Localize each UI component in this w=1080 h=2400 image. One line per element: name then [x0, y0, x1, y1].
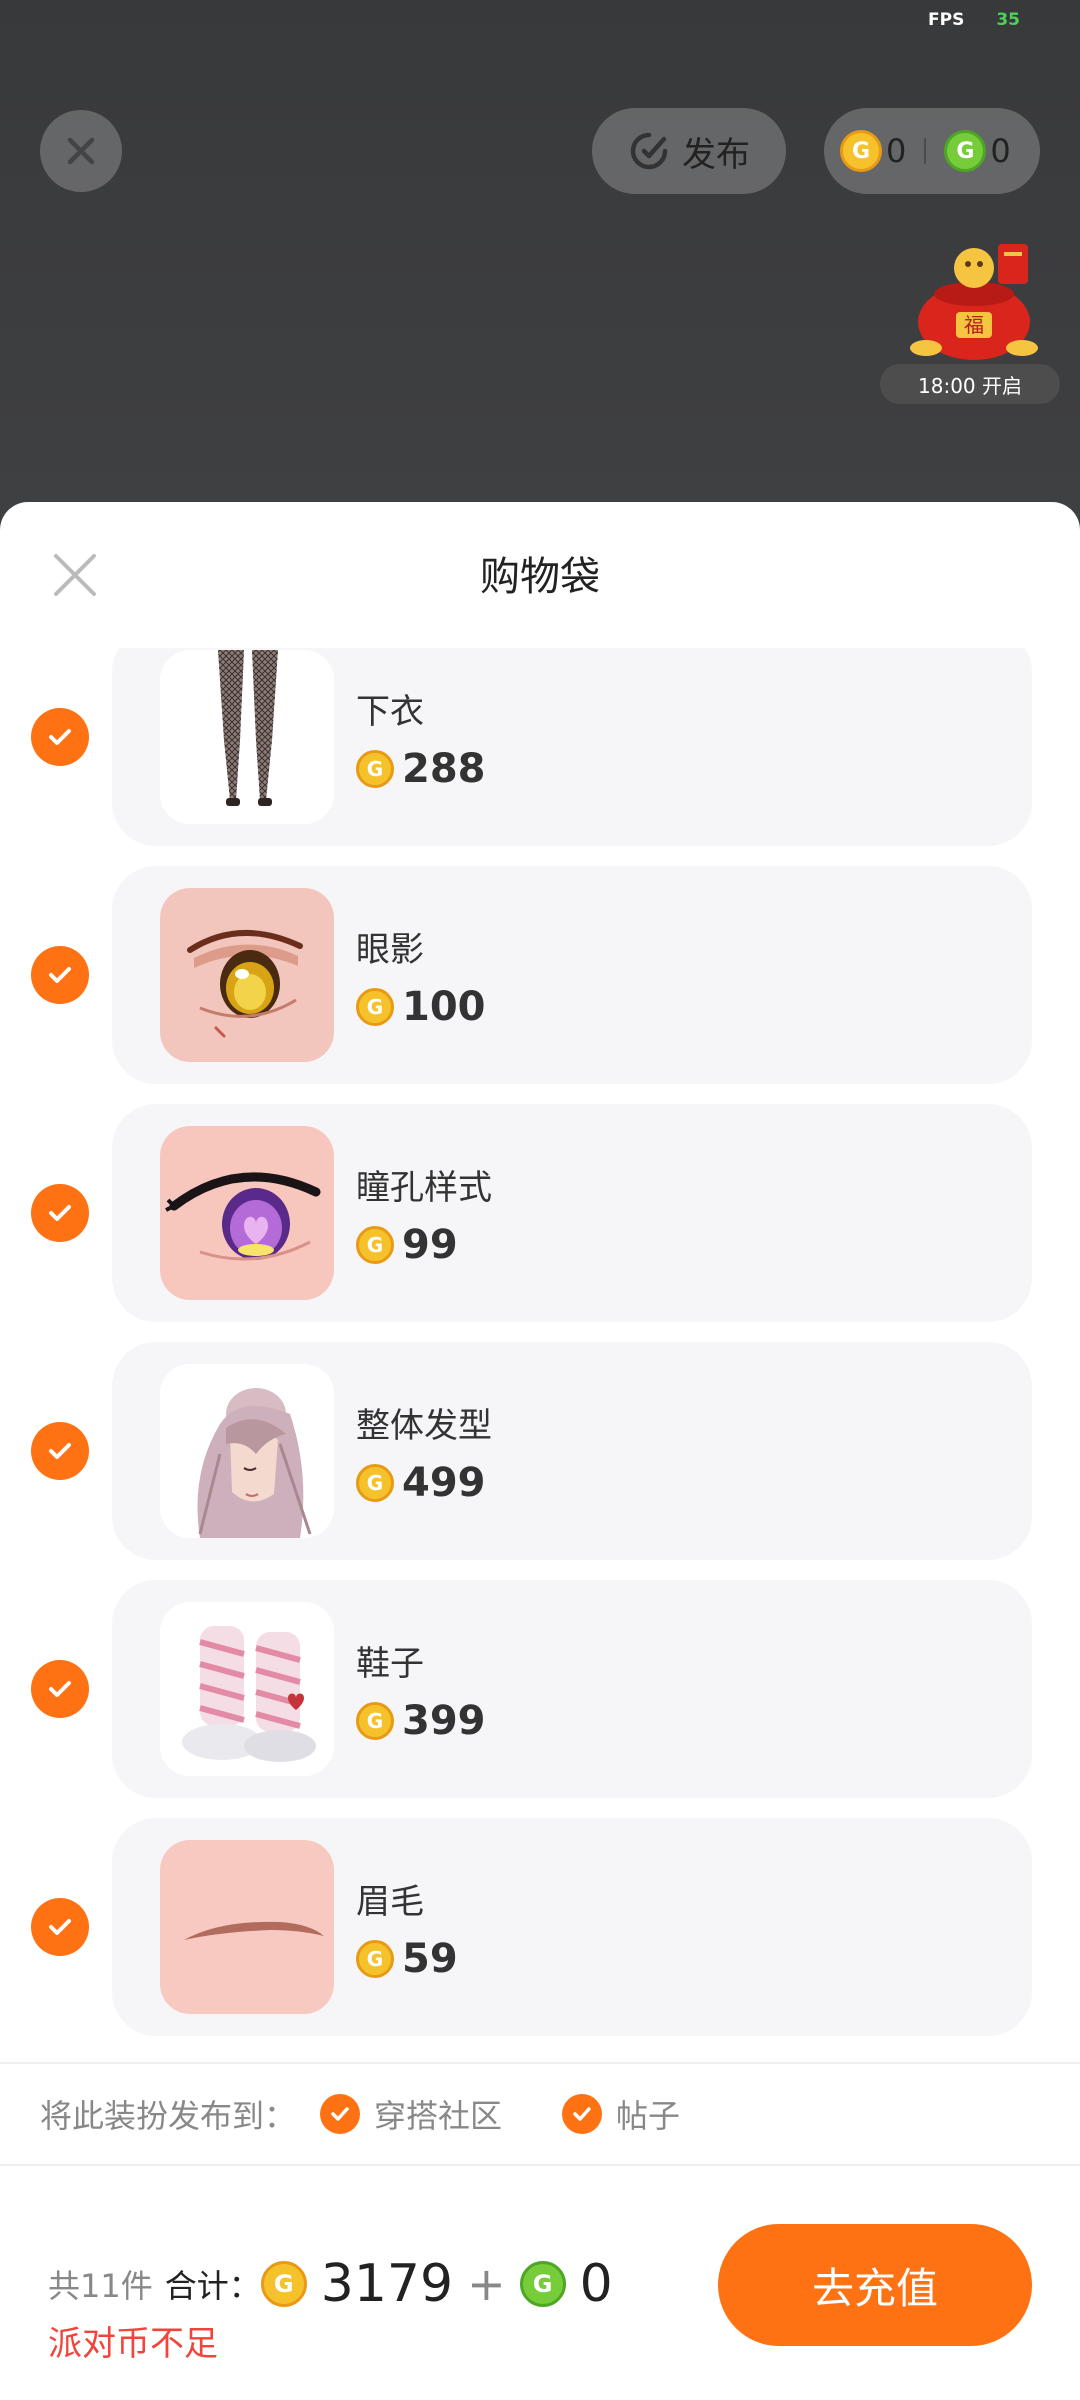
green-coin-icon: G	[944, 130, 987, 172]
item-name: 下衣	[356, 692, 424, 732]
total-label: 合计：	[164, 2267, 261, 2305]
list-item[interactable]: 鞋子 G 399	[0, 1580, 1080, 1798]
item-price-value: 99	[402, 1222, 458, 1268]
svg-text:福: 福	[964, 313, 984, 337]
check-icon	[49, 1205, 71, 1221]
item-name: 鞋子	[356, 1644, 424, 1684]
check-icon	[562, 2094, 603, 2134]
check-icon	[49, 1443, 71, 1459]
gold-coin-icon: G	[356, 1702, 394, 1740]
item-price: G 499	[356, 1460, 486, 1506]
gold-total: 3179	[320, 2254, 454, 2314]
check-icon	[49, 967, 71, 983]
stockings-icon	[160, 650, 334, 824]
fps-label: FPS	[928, 10, 965, 30]
item-price: G 59	[356, 1936, 458, 1982]
item-checkbox[interactable]	[31, 708, 89, 766]
item-list[interactable]: 下衣 G 288 眼影 G 100 瞳孔样式 G 99 整体发型 G 499 鞋…	[0, 648, 1080, 2048]
item-name: 整体发型	[356, 1406, 492, 1446]
green-total: 0	[579, 2254, 613, 2314]
publish-option-label: 帖子	[616, 2097, 681, 2135]
close-icon	[67, 137, 95, 165]
item-card[interactable]: 瞳孔样式 G 99	[112, 1104, 1032, 1322]
check-icon	[49, 729, 71, 745]
item-card[interactable]: 眼影 G 100	[112, 866, 1032, 1084]
shoes-icon	[160, 1602, 334, 1776]
check-icon	[49, 1681, 71, 1697]
scene-background: FPS 35 发布 G 0 G 0 福 18:00 开启	[0, 0, 1080, 520]
item-checkbox[interactable]	[31, 1898, 89, 1956]
scene-close-button[interactable]	[40, 110, 122, 192]
fps-value: 35	[996, 10, 1020, 30]
plus-sign: +	[467, 2257, 506, 2311]
publish-option-post[interactable]: 帖子	[562, 2091, 680, 2137]
recharge-button[interactable]: 去充值	[718, 2224, 1032, 2346]
divider	[924, 138, 927, 164]
gold-coin-icon: G	[840, 130, 882, 172]
item-card[interactable]: 眉毛 G 59	[112, 1818, 1032, 2036]
item-price-value: 59	[402, 1936, 458, 1982]
check-icon	[320, 2094, 361, 2134]
list-item[interactable]: 瞳孔样式 G 99	[0, 1104, 1080, 1322]
item-card[interactable]: 下衣 G 288	[112, 648, 1032, 846]
event-time-label: 18:00 开启	[880, 364, 1060, 404]
item-count: 共11件	[48, 2267, 153, 2305]
item-price-value: 499	[402, 1460, 486, 1506]
order-summary: 共11件 合计： G 3179 + G 0	[48, 2254, 613, 2314]
item-checkbox[interactable]	[31, 1184, 89, 1242]
eyeshadow-icon	[160, 888, 334, 1062]
gold-coin-icon: G	[356, 988, 394, 1026]
item-card[interactable]: 整体发型 G 499	[112, 1342, 1032, 1560]
list-item[interactable]: 整体发型 G 499	[0, 1342, 1080, 1560]
fps-counter: FPS 35	[928, 10, 1020, 30]
gold-coin-icon: G	[356, 750, 394, 788]
item-name: 瞳孔样式	[356, 1168, 492, 1208]
insufficient-warning: 派对币不足	[48, 2324, 218, 2364]
publish-option-label: 穿搭社区	[374, 2097, 503, 2135]
lucky-bag-icon: 福	[910, 244, 1038, 360]
shopping-bag-sheet: 购物袋 下衣 G 288 眼影 G 100 瞳孔样式 G 99 整体发型 G 4…	[0, 502, 1080, 2400]
checkout-footer: 共11件 合计： G 3179 + G 0 派对币不足 去充值	[0, 2166, 1080, 2400]
item-name: 眉毛	[356, 1882, 424, 1922]
check-icon	[49, 1919, 71, 1935]
pupil-icon	[160, 1126, 334, 1300]
hairstyle-icon	[160, 1364, 334, 1538]
item-price: G 99	[356, 1222, 458, 1268]
publish-option-community[interactable]: 穿搭社区	[320, 2091, 502, 2137]
list-item[interactable]: 眉毛 G 59	[0, 1818, 1080, 2036]
item-checkbox[interactable]	[31, 1660, 89, 1718]
currency-balance[interactable]: G 0 G 0	[824, 108, 1040, 194]
item-card[interactable]: 鞋子 G 399	[112, 1580, 1032, 1798]
sheet-title: 购物袋	[480, 554, 600, 600]
item-price: G 399	[356, 1698, 486, 1744]
list-item[interactable]: 下衣 G 288	[0, 648, 1080, 846]
gold-balance: 0	[886, 132, 907, 170]
eyebrow-icon	[160, 1840, 334, 2014]
publish-target-row: 将此装扮发布到： 穿搭社区 帖子	[0, 2062, 1080, 2166]
item-price-value: 288	[402, 746, 486, 792]
event-badge[interactable]: 福 18:00 开启	[880, 228, 1060, 406]
publish-target-label: 将此装扮发布到：	[40, 2097, 297, 2135]
item-checkbox[interactable]	[31, 946, 89, 1004]
gold-coin-icon: G	[356, 1464, 394, 1502]
publish-button[interactable]: 发布	[592, 108, 786, 194]
gold-coin-icon: G	[260, 2261, 307, 2307]
sheet-header: 购物袋	[0, 502, 1080, 648]
gold-coin-icon: G	[356, 1940, 394, 1978]
item-price-value: 399	[402, 1698, 486, 1744]
item-name: 眼影	[356, 930, 424, 970]
item-price: G 100	[356, 984, 486, 1030]
green-balance: 0	[990, 132, 1011, 170]
item-checkbox[interactable]	[31, 1422, 89, 1480]
green-coin-icon: G	[519, 2261, 566, 2307]
item-price: G 288	[356, 746, 486, 792]
publish-icon	[630, 132, 668, 170]
gold-coin-icon: G	[356, 1226, 394, 1264]
list-item[interactable]: 眼影 G 100	[0, 866, 1080, 1084]
publish-label: 发布	[682, 134, 750, 175]
item-price-value: 100	[402, 984, 486, 1030]
